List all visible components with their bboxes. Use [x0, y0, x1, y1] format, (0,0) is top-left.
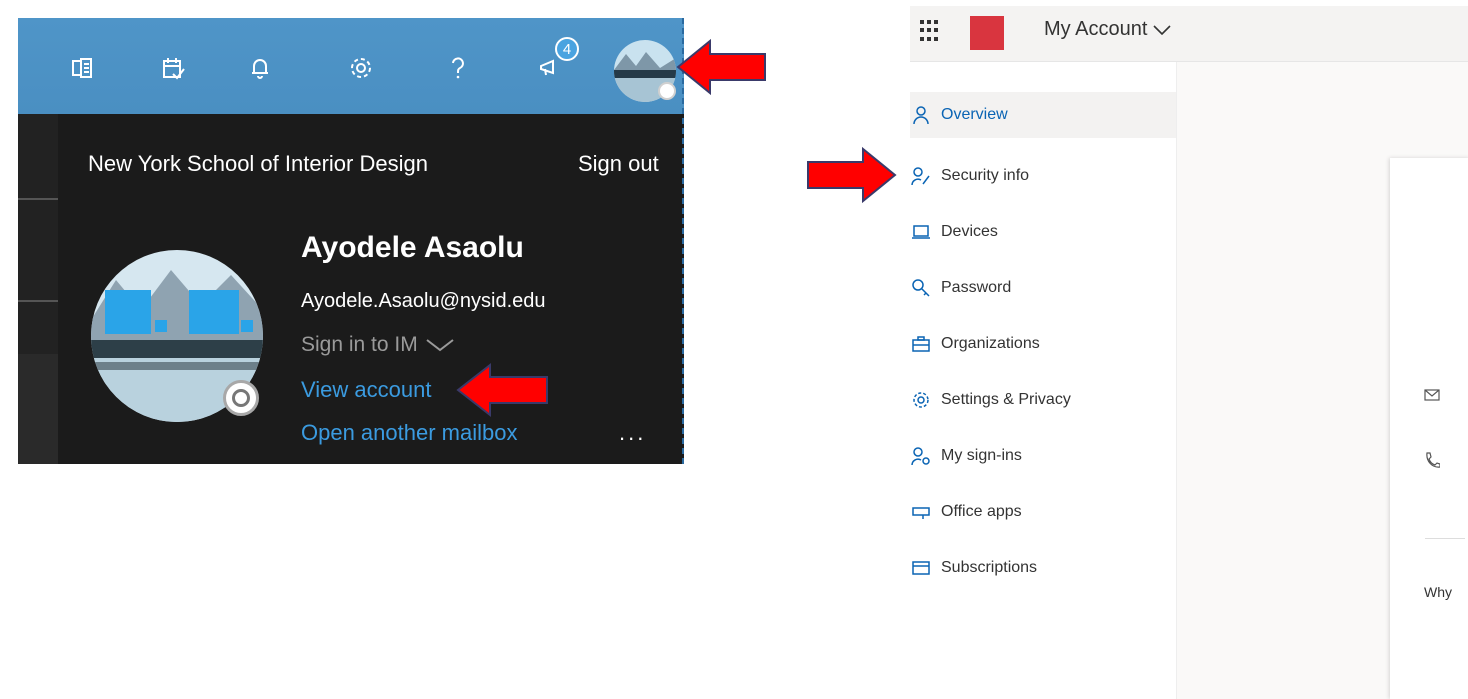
- bell-icon[interactable]: [240, 48, 280, 88]
- chevron-down-icon: [1153, 24, 1171, 35]
- red-arrow-view-account: [456, 362, 548, 418]
- nav-item-organizations[interactable]: Organizations: [910, 316, 1176, 372]
- nav-label: Devices: [941, 223, 998, 240]
- app-launcher-icon[interactable]: [920, 20, 942, 42]
- key-icon: [910, 277, 932, 299]
- user-email: Ayodele.Asaolu@nysid.edu: [301, 290, 546, 312]
- gear-icon[interactable]: [341, 48, 381, 88]
- apps-icon: [910, 501, 932, 523]
- calendar-check-icon[interactable]: [153, 48, 193, 88]
- card-divider: [1425, 538, 1465, 539]
- nav-label: My sign-ins: [941, 447, 1022, 464]
- nav-item-security-info[interactable]: Security info: [910, 148, 1176, 204]
- gear-icon: [910, 389, 932, 411]
- nav-label: Organizations: [941, 335, 1040, 352]
- user-display-name: Ayodele Asaolu: [301, 231, 524, 264]
- phone-icon: [1424, 452, 1441, 475]
- im-label: Sign in to IM: [301, 333, 418, 356]
- side-nav: Overview Security info Devices Password …: [910, 92, 1176, 596]
- more-options-button[interactable]: ...: [619, 420, 646, 446]
- nav-item-overview[interactable]: Overview: [910, 92, 1176, 138]
- nav-label: Overview: [941, 106, 1008, 123]
- sign-in-to-im-dropdown[interactable]: Sign in to IM: [301, 333, 454, 357]
- person-icon: [910, 104, 932, 126]
- nav-item-my-sign-ins[interactable]: My sign-ins: [910, 428, 1176, 484]
- presence-indicator-small: [658, 82, 676, 100]
- person-key-icon: [910, 445, 932, 467]
- nav-item-subscriptions[interactable]: Subscriptions: [910, 540, 1176, 596]
- app-title: My Account: [1044, 18, 1148, 40]
- onenote-icon[interactable]: [62, 48, 102, 88]
- sign-out-link[interactable]: Sign out: [578, 151, 659, 177]
- mail-icon: [1424, 388, 1440, 406]
- nav-item-office-apps[interactable]: Office apps: [910, 484, 1176, 540]
- portal-header: My Account: [910, 6, 1468, 62]
- nav-label: Subscriptions: [941, 559, 1038, 576]
- profile-card: [1390, 158, 1468, 699]
- organization-name: New York School of Interior Design: [88, 151, 428, 176]
- nav-label: Security info: [941, 167, 1030, 184]
- nav-label: Password: [941, 279, 1012, 296]
- nav-item-settings-privacy[interactable]: Settings & Privacy: [910, 372, 1176, 428]
- notification-badge: 4: [555, 37, 579, 61]
- my-account-portal: My Account Why Overview Security info De…: [910, 6, 1468, 699]
- chevron-down-icon: [426, 339, 454, 352]
- person-key-icon: [910, 165, 932, 187]
- help-icon[interactable]: [438, 48, 478, 88]
- nav-item-password[interactable]: Password: [910, 260, 1176, 316]
- organization-logo[interactable]: [970, 16, 1004, 50]
- mail-list-edge: [18, 114, 58, 464]
- card-text: Why: [1424, 584, 1452, 600]
- app-title-dropdown[interactable]: My Account: [1044, 18, 1171, 41]
- card-icon: [910, 557, 932, 579]
- presence-indicator-large: [223, 380, 259, 416]
- nav-label: Settings & Privacy: [941, 391, 1071, 408]
- nav-item-devices[interactable]: Devices: [910, 204, 1176, 260]
- laptop-icon: [910, 221, 932, 243]
- view-account-link[interactable]: View account: [301, 377, 431, 403]
- open-another-mailbox-link[interactable]: Open another mailbox: [301, 420, 517, 446]
- outlook-account-flyout: 4 New York School of Interior Design Sig…: [18, 18, 684, 464]
- red-arrow-avatar: [676, 38, 766, 96]
- briefcase-icon: [910, 333, 932, 355]
- nav-label: Office apps: [941, 503, 1022, 520]
- red-arrow-security-info: [807, 146, 897, 204]
